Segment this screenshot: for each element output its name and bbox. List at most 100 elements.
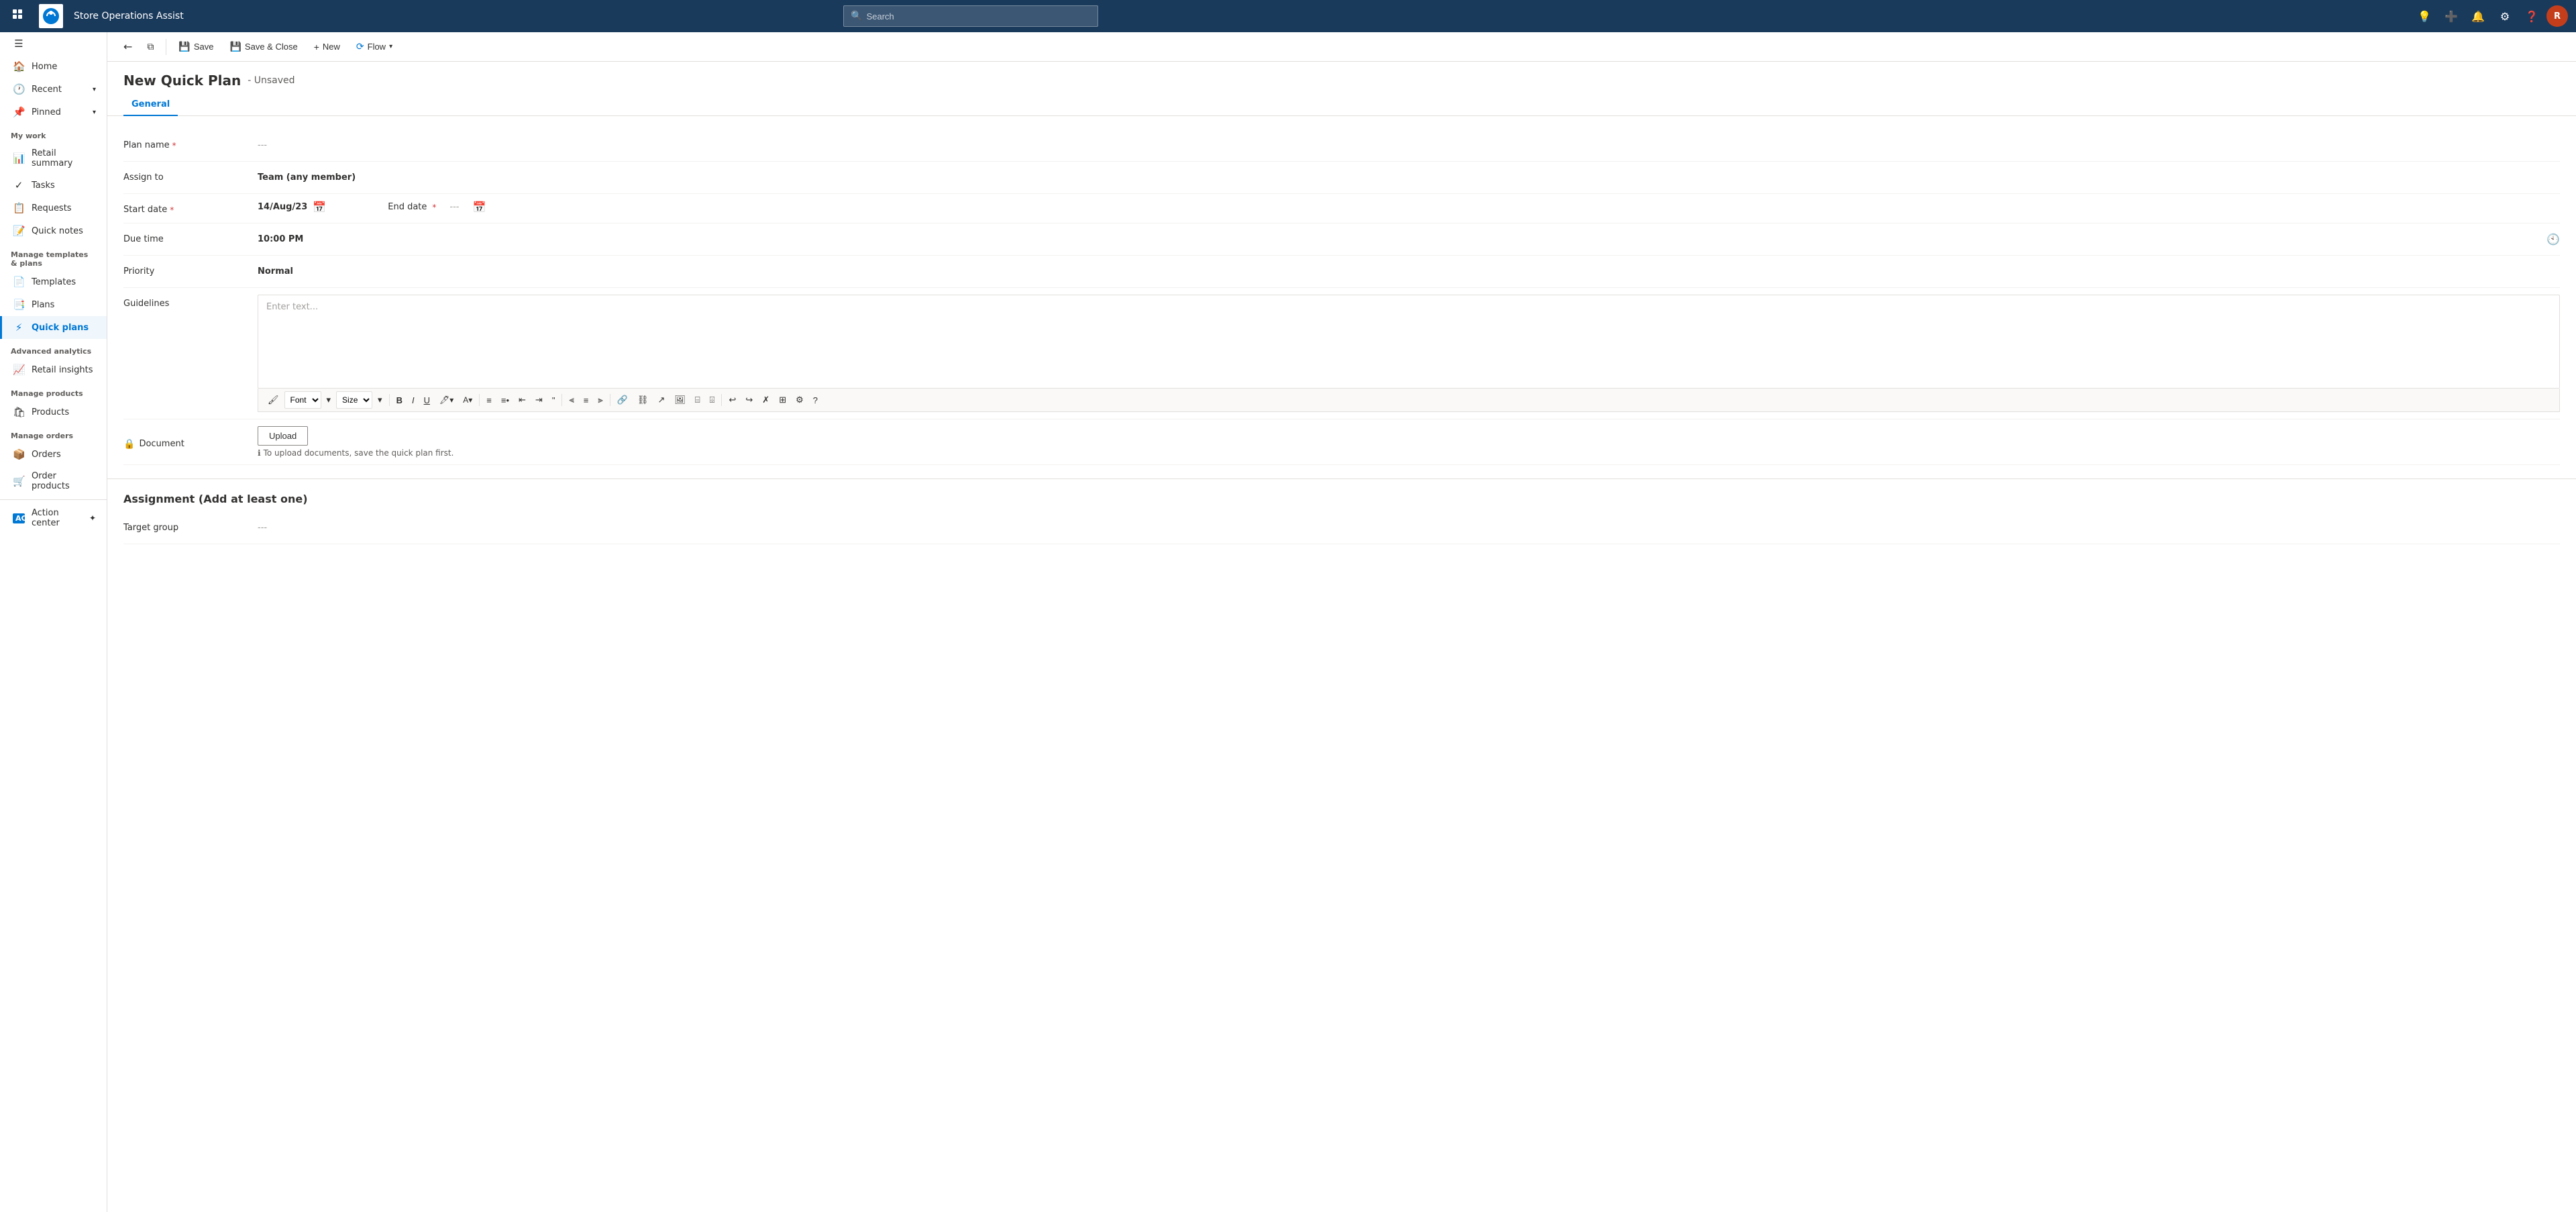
end-date-calendar-icon[interactable]: 📅: [472, 201, 486, 213]
guidelines-row: Guidelines Enter text... 🖌 Font ▾ Size ▾: [123, 288, 2560, 419]
toolbar-image[interactable]: 🖼: [670, 392, 690, 408]
notifications-icon[interactable]: 🔔: [2466, 4, 2490, 28]
app-grid-icon[interactable]: [8, 5, 28, 28]
toolbar-align-left-2[interactable]: ⫷: [565, 392, 578, 408]
save-close-icon: 💾: [229, 41, 241, 52]
font-select[interactable]: Font: [284, 391, 321, 409]
toolbar-paintbrush[interactable]: 🖌: [264, 392, 283, 408]
settings-icon[interactable]: ⚙: [2493, 4, 2517, 28]
toolbar-font-chevron[interactable]: ▾: [323, 393, 335, 408]
toolbar-align-center[interactable]: ≡: [580, 393, 593, 408]
sidebar-label-retail-summary: Retail summary: [32, 148, 96, 168]
orders-icon: 📦: [13, 448, 25, 460]
start-date-value[interactable]: 14/Aug/23: [258, 202, 307, 212]
sidebar-item-home[interactable]: 🏠 Home: [0, 55, 107, 78]
toolbar-undo[interactable]: ↩: [724, 392, 740, 408]
manage-templates-header: Manage templates & plans: [0, 242, 107, 270]
upload-button[interactable]: Upload: [258, 426, 308, 446]
save-button[interactable]: 💾 Save: [172, 37, 220, 56]
sidebar-label-order-products: Order products: [32, 471, 96, 491]
sidebar-item-orders[interactable]: 📦 Orders: [0, 443, 107, 466]
sidebar-item-plans[interactable]: 📑 Plans: [0, 293, 107, 316]
due-time-value[interactable]: 10:00 PM: [258, 230, 2546, 248]
manage-orders-header: Manage orders: [0, 423, 107, 443]
save-close-button[interactable]: 💾 Save & Close: [223, 37, 304, 56]
toolbar-highlight[interactable]: 🖊▾: [435, 393, 458, 407]
main-content: New Quick Plan - Unsaved General Plan na…: [107, 62, 2576, 1212]
sidebar-item-requests[interactable]: 📋 Requests: [0, 197, 107, 219]
tab-general[interactable]: General: [123, 94, 178, 116]
sidebar-item-products[interactable]: 🛍 Products: [0, 401, 107, 423]
document-label: 🔒 Document: [123, 435, 258, 450]
sidebar-item-retail-insights[interactable]: 📈 Retail insights: [0, 358, 107, 381]
sidebar-label-recent: Recent: [32, 85, 62, 95]
sidebar-item-order-products[interactable]: 🛒 Order products: [0, 466, 107, 497]
search-input[interactable]: [867, 11, 1091, 21]
toolbar-settings[interactable]: ⚙: [792, 392, 808, 408]
sidebar-item-recent[interactable]: 🕐 Recent ▾: [0, 78, 107, 101]
sidebar-item-retail-summary[interactable]: 📊 Retail summary: [0, 143, 107, 174]
toolbar-indent-decrease[interactable]: ⇤: [515, 392, 530, 408]
new-icon: +: [314, 42, 319, 52]
toolbar-help[interactable]: ?: [809, 393, 822, 408]
sidebar: ☰ 🏠 Home 🕐 Recent ▾ 📌 Pinned ▾ My work 📊…: [0, 32, 107, 1212]
sidebar-hamburger[interactable]: ☰: [0, 32, 107, 55]
toolbar-link[interactable]: 🔗: [613, 392, 632, 408]
toolbar-redo[interactable]: ↪: [741, 392, 757, 408]
plan-name-value[interactable]: ---: [258, 136, 2560, 154]
add-icon[interactable]: ➕: [2439, 4, 2463, 28]
end-date-value[interactable]: ---: [441, 202, 467, 212]
start-date-calendar-icon[interactable]: 📅: [313, 201, 326, 213]
toolbar-underline[interactable]: U: [420, 393, 434, 408]
lightbulb-icon[interactable]: 💡: [2412, 4, 2436, 28]
end-date-field: End date * --- 📅: [334, 201, 486, 213]
guidelines-textarea[interactable]: Enter text...: [258, 295, 2560, 389]
sidebar-item-tasks[interactable]: ✓ Tasks: [0, 174, 107, 197]
priority-value[interactable]: Normal: [258, 262, 2560, 281]
toolbar-list-bullet[interactable]: ≡•: [497, 393, 513, 408]
sidebar-item-action-center[interactable]: AC Action center ✦: [0, 503, 107, 534]
form-area: Plan name * --- Assign to Team (any memb…: [107, 116, 2576, 478]
user-avatar[interactable]: R: [2546, 5, 2568, 27]
section-tabs: General: [107, 94, 2576, 116]
toolbar-clear-format[interactable]: ✗: [758, 392, 773, 408]
toolbar-align-left[interactable]: ≡: [482, 393, 496, 408]
help-icon[interactable]: ❓: [2520, 4, 2544, 28]
assign-to-value[interactable]: Team (any member): [258, 168, 2560, 187]
sidebar-divider-bottom: [0, 499, 107, 500]
search-bar[interactable]: 🔍: [843, 5, 1098, 27]
sidebar-item-pinned[interactable]: 📌 Pinned ▾: [0, 101, 107, 123]
toolbar-link-2[interactable]: ↗: [653, 392, 669, 408]
toolbar-bold[interactable]: B: [392, 393, 407, 408]
toolbar-indent-increase[interactable]: ⇥: [531, 392, 547, 408]
sidebar-label-orders: Orders: [32, 450, 61, 460]
back-button[interactable]: ←: [118, 36, 138, 57]
target-group-label: Target group: [123, 519, 258, 533]
restore-button[interactable]: ⧉: [140, 38, 160, 56]
toolbar-sep-5: [721, 394, 722, 406]
flow-button[interactable]: ⟳ Flow ▾: [350, 37, 399, 56]
toolbar-special-1[interactable]: ⌸: [691, 392, 704, 408]
toolbar-blockquote[interactable]: ": [548, 393, 559, 408]
clock-icon[interactable]: 🕙: [2546, 233, 2560, 246]
toolbar-italic[interactable]: I: [408, 393, 419, 408]
command-bar: ← ⧉ 💾 Save 💾 Save & Close + New ⟳ Flow ▾: [107, 32, 2576, 62]
sidebar-item-templates[interactable]: 📄 Templates: [0, 270, 107, 293]
target-group-value[interactable]: ---: [258, 519, 2560, 537]
action-center-icon: AC: [13, 513, 25, 523]
start-date-field: 14/Aug/23 📅: [258, 201, 326, 213]
toolbar-table[interactable]: ⊞: [775, 392, 790, 408]
size-select[interactable]: Size: [336, 391, 372, 409]
sidebar-item-quick-notes[interactable]: 📝 Quick notes: [0, 219, 107, 242]
new-button[interactable]: + New: [307, 38, 347, 56]
recent-chevron: ▾: [93, 86, 96, 93]
sidebar-item-quick-plans[interactable]: ⚡ Quick plans: [0, 316, 107, 339]
toolbar-font-color[interactable]: A▾: [459, 393, 476, 407]
start-date-required: *: [170, 205, 174, 215]
toolbar-special-2[interactable]: ⌹: [706, 392, 719, 408]
sidebar-label-home: Home: [32, 62, 57, 72]
toolbar-size-chevron[interactable]: ▾: [374, 393, 386, 408]
toolbar-align-right[interactable]: ⫸: [594, 392, 606, 408]
toolbar-unlink[interactable]: ⛓: [633, 392, 653, 408]
save-label: Save: [194, 42, 214, 52]
